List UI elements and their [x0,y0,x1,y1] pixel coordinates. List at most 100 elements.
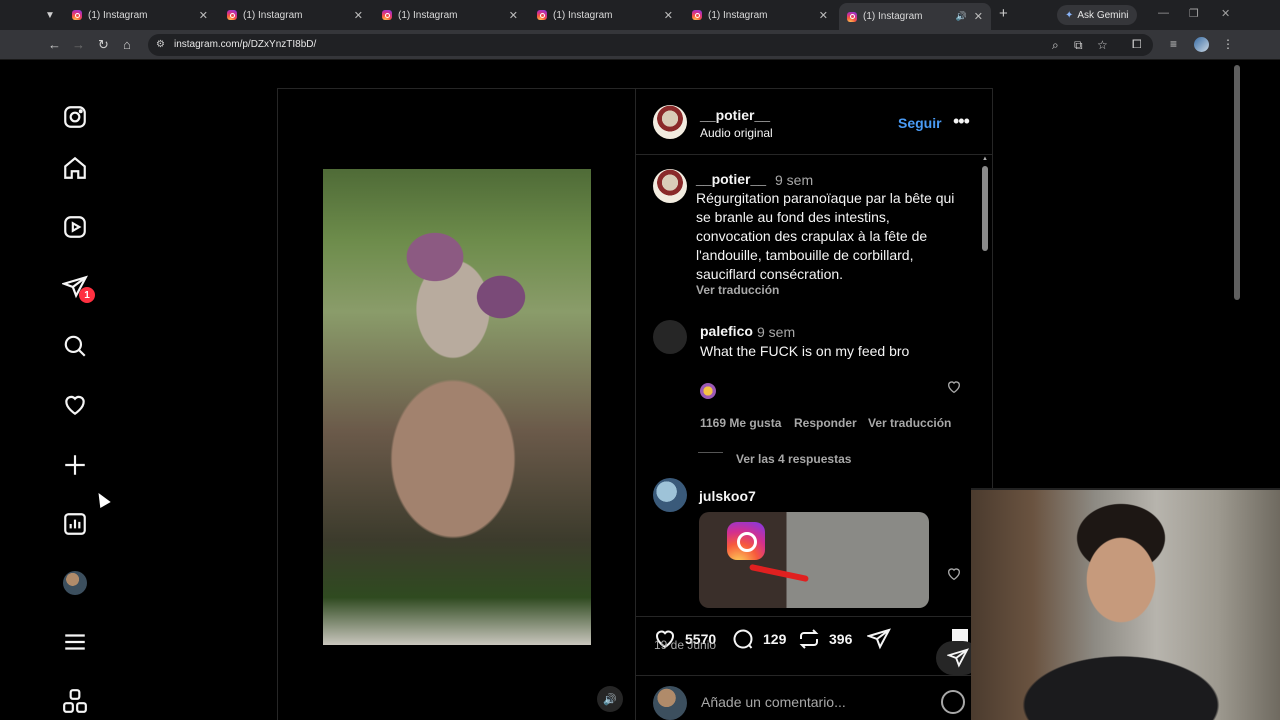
instagram-favicon-icon [72,10,82,20]
tab-title: (1) Instagram [398,9,458,21]
new-tab-icon[interactable]: + [999,5,1008,22]
caption-author-avatar[interactable] [653,169,687,203]
comment-avatar[interactable] [653,478,687,512]
tab-title: (1) Instagram [243,9,303,21]
tab-search-chevron-icon[interactable]: ▼ [40,6,60,24]
more-options-icon[interactable]: ••• [953,111,970,132]
instagram-favicon-icon [537,10,547,20]
audio-toggle-button[interactable]: 🔊 [597,686,623,712]
media-controls-icon[interactable]: ≡ [1170,37,1177,51]
dizzy-emoji-icon [700,383,716,399]
site-info-icon[interactable]: ⚙ [156,39,168,51]
browser-tab[interactable]: (1) Instagram ✕ [64,4,216,26]
view-replies-link[interactable]: Ver las 4 respuestas [736,452,851,466]
browser-tab-active[interactable]: (1) Instagram 🔊 ✕ [839,3,991,30]
scrollbar-thumb[interactable] [982,166,988,251]
close-tab-icon[interactable]: ✕ [974,10,983,23]
caption-time: 9 sem [775,172,814,188]
bookmark-star-icon[interactable]: ☆ [1097,38,1108,52]
back-arrow-icon[interactable]: ← [48,38,61,52]
close-window-icon[interactable]: ✕ [1221,7,1230,20]
audio-label[interactable]: Audio original [700,126,773,140]
reposts-count[interactable]: 396 [829,631,852,647]
restore-window-icon[interactable]: ❐ [1189,7,1199,20]
ask-gemini-label: Ask Gemini [1077,9,1129,21]
browser-tab[interactable]: (1) Instagram ✕ [684,4,836,26]
home-icon[interactable]: ⌂ [123,38,131,52]
speaker-icon: 🔊 [603,693,617,706]
comment-gif-image [699,512,929,608]
scroll-up-arrow-icon[interactable]: ▲ [982,156,988,162]
dashboard-icon[interactable] [61,510,89,538]
post-modal: 🔊 __potier__ Audio original Seguir ••• _… [277,88,993,720]
forward-arrow-icon[interactable]: → [72,38,85,52]
comment-bubble-icon[interactable] [731,627,755,651]
share-action[interactable] [867,627,891,651]
close-tab-icon[interactable]: ✕ [509,9,518,22]
chrome-menu-icon[interactable]: ⋮ [1222,37,1234,51]
minimize-window-icon[interactable]: — [1158,7,1169,19]
current-user-avatar [653,686,687,720]
browser-tab[interactable]: (1) Instagram ✕ [374,4,526,26]
post-media: 🔊 [278,89,635,720]
author-avatar[interactable] [653,105,687,139]
zoom-icon[interactable]: ⌕ [1052,38,1059,53]
follow-button[interactable]: Seguir [898,115,942,131]
browser-tabstrip: ▼ (1) Instagram ✕ (1) Instagram ✕ (1) In… [0,0,1280,30]
tab-audio-icon[interactable]: 🔊 [956,11,967,22]
comments-list: __potier__ 9 sem Régurgitation paranoïaq… [636,156,993,616]
close-tab-icon[interactable]: ✕ [664,9,673,22]
close-tab-icon[interactable]: ✕ [354,9,363,22]
comment-username[interactable]: julskoo7 [699,488,756,504]
search-icon[interactable] [61,332,89,360]
tab-title: (1) Instagram [708,9,768,21]
browser-tab[interactable]: (1) Instagram ✕ [529,4,681,26]
share-paper-plane-icon[interactable] [867,627,891,651]
author-username[interactable]: __potier__ [700,107,770,123]
like-comment-heart-icon[interactable] [946,379,962,395]
page-scrollbar-thumb[interactable] [1234,65,1240,300]
see-translation-link[interactable]: Ver traducción [868,416,951,430]
replies-divider [698,452,723,453]
address-bar[interactable]: ⚙ instagram.com/p/DZxYnzTI8bD/ ⌕ ⧉ ☆ [148,34,1153,56]
extensions-icon[interactable]: ⧠ [1132,37,1142,52]
comments-count[interactable]: 129 [763,631,786,647]
profile-avatar[interactable] [61,569,89,597]
comment-time: 9 sem [757,324,796,340]
see-translation-link[interactable]: Ver traducción [696,283,779,297]
comment-username[interactable]: palefico [700,323,753,339]
add-comment-input[interactable]: Añade un comentario... [701,694,846,710]
home-icon[interactable] [61,154,89,182]
menu-icon[interactable] [61,628,89,656]
also-from-meta-icon[interactable] [61,687,89,715]
comment-action[interactable]: 129 [731,627,786,651]
repost-action[interactable]: 396 [797,627,852,651]
close-tab-icon[interactable]: ✕ [819,9,828,22]
caption-author[interactable]: __potier__ [696,171,766,187]
messages-icon[interactable]: 1 [61,273,95,303]
instagram-logo-icon[interactable] [61,103,89,131]
close-tab-icon[interactable]: ✕ [199,9,208,22]
instagram-favicon-icon [692,10,702,20]
instagram-logo-icon [727,522,765,560]
like-comment-heart-icon[interactable] [946,566,962,582]
reel-video[interactable] [323,169,591,645]
repost-icon[interactable] [797,627,821,651]
chrome-profile-avatar[interactable] [1194,37,1209,52]
reload-icon[interactable]: ↻ [98,38,109,52]
notifications-heart-icon[interactable] [61,391,89,419]
browser-tab[interactable]: (1) Instagram ✕ [219,4,371,26]
comment-avatar[interactable] [653,320,687,354]
instagram-favicon-icon [382,10,392,20]
post-date: 19 de Junio [654,638,717,652]
emoji-picker-icon[interactable] [941,690,965,714]
install-app-icon[interactable]: ⧉ [1074,38,1083,53]
url-text[interactable]: instagram.com/p/DZxYnzTI8bD/ [174,39,316,50]
tab-title: (1) Instagram [88,9,148,21]
create-plus-icon[interactable] [61,451,89,479]
reels-icon[interactable] [61,213,89,241]
reply-link[interactable]: Responder [794,416,857,430]
tab-title: (1) Instagram [553,9,613,21]
ask-gemini-button[interactable]: ✦ Ask Gemini [1057,5,1137,25]
comment-likes[interactable]: 1169 Me gusta [700,416,781,430]
